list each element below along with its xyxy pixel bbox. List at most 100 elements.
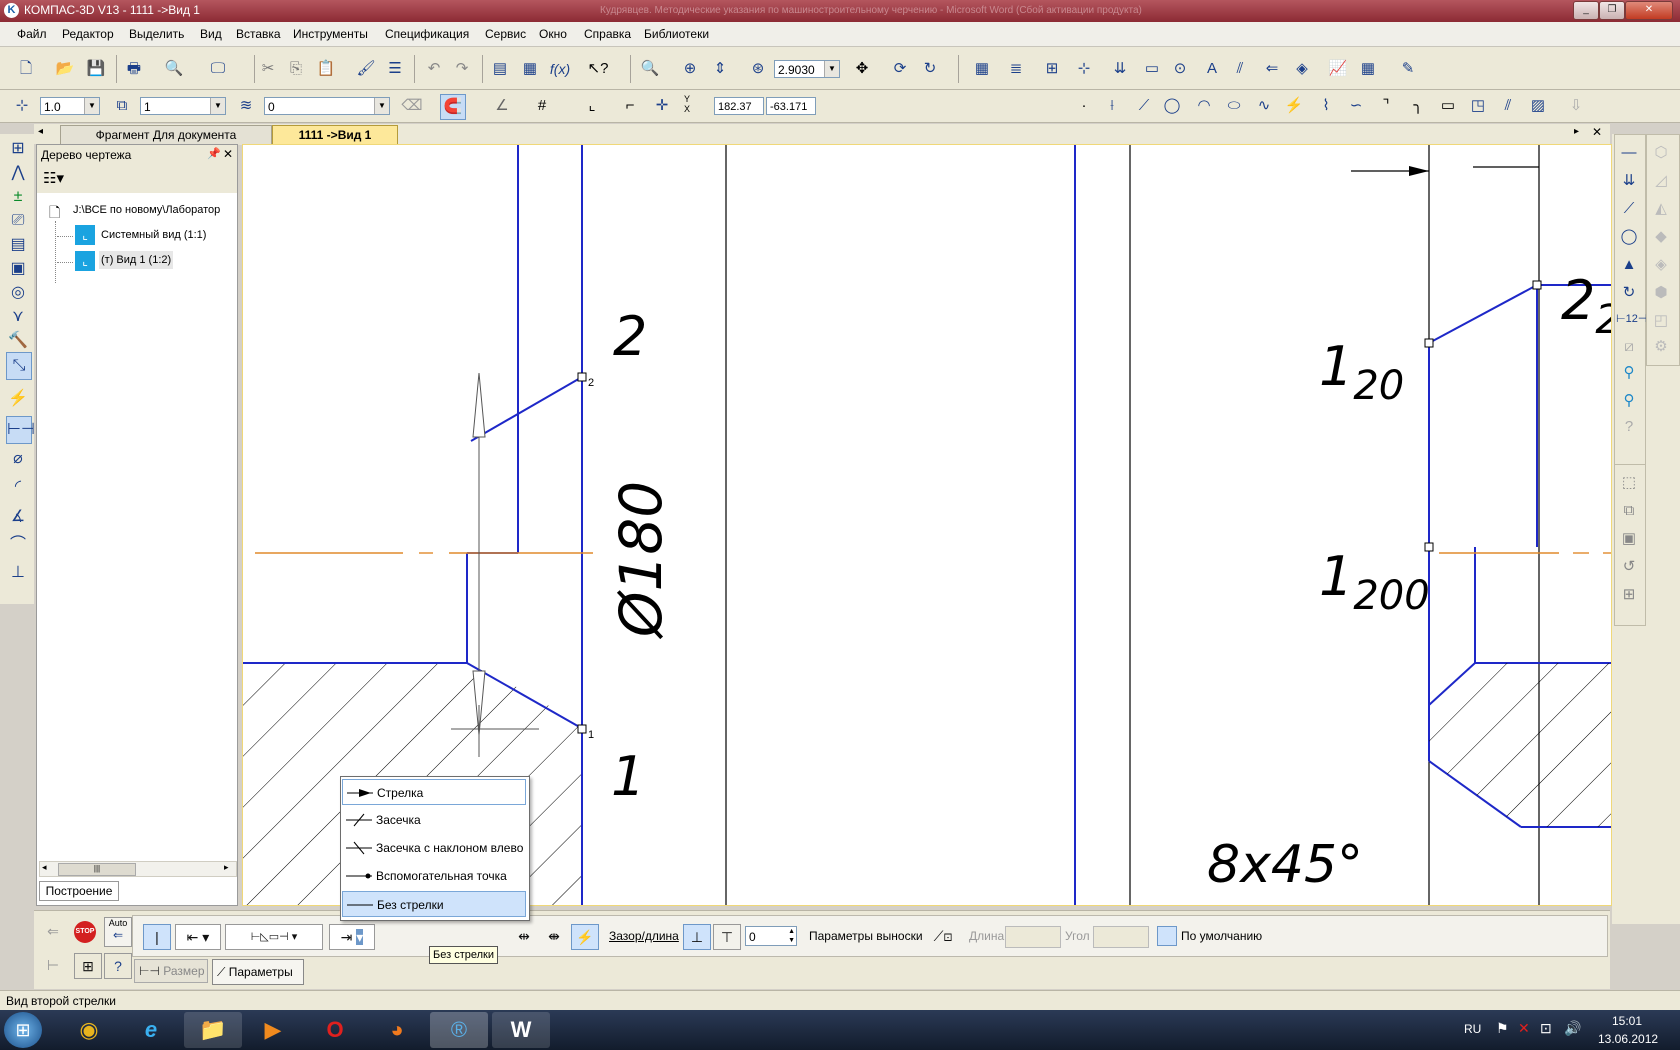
scroll-left-icon[interactable]: ◂ — [42, 862, 47, 873]
help-icon[interactable]: ? — [1616, 414, 1642, 440]
pin-icon[interactable]: 📌 — [207, 147, 221, 160]
tangent-circle-icon[interactable]: ◯ — [1616, 224, 1642, 250]
variables-icon[interactable]: ▦ — [518, 57, 542, 81]
leader-params-icon[interactable]: ⟋⊡ — [923, 924, 963, 948]
zoom-frame-icon[interactable]: 🔍 — [638, 57, 662, 81]
coordinate-axes-icon[interactable]: ⌞ — [580, 94, 604, 118]
coord-y-field[interactable]: -63.171 — [766, 97, 816, 115]
opera-icon[interactable]: O — [306, 1012, 364, 1048]
close-window-button[interactable]: ✕ — [1625, 1, 1673, 20]
spec-tool-icon[interactable]: ⋎ — [6, 304, 30, 330]
fillet-icon[interactable]: ╮ — [1406, 94, 1430, 118]
chevron-down-icon[interactable]: ▼ — [84, 98, 99, 114]
clock-time[interactable]: 15:01 — [1612, 1014, 1642, 1028]
print-icon[interactable]: 🖶 — [122, 57, 146, 81]
first-arrow-combo[interactable]: ⇤ ▾ — [175, 924, 221, 950]
close-panel-icon[interactable]: ✕ — [223, 147, 233, 161]
ortho-icon[interactable]: ∠ — [490, 94, 514, 118]
symbol-tool-icon[interactable]: ± — [6, 184, 30, 210]
geometry-tool-icon[interactable]: ⊞ — [6, 136, 30, 162]
snap-frame-icon[interactable]: ⊞ — [74, 953, 102, 979]
rotate-part-icon[interactable]: ↺ — [1616, 554, 1642, 580]
tab-view1[interactable]: 1111 ->Вид 1 — [272, 125, 398, 145]
magic-icon[interactable]: ✎ — [1396, 57, 1420, 81]
tree-root-item[interactable]: 🗋 J:\ВСЕ по новому\Лаборатор — [49, 199, 235, 223]
chart-icon[interactable]: 📈 — [1326, 57, 1350, 81]
eraser-icon[interactable]: ⌫ — [400, 94, 424, 118]
dim-in-icon[interactable]: ⇼ — [541, 924, 567, 948]
restore-button[interactable]: ❐ — [1599, 1, 1625, 20]
select-tool-icon[interactable]: ◎ — [6, 280, 30, 306]
measure-tool-icon[interactable]: ▣ — [6, 256, 30, 282]
bezier-icon[interactable]: ∽ — [1344, 94, 1368, 118]
text-position-combo[interactable]: ⊢◺▭⊣ ▾ — [225, 924, 323, 950]
disabled-3d-icon[interactable]: ◈ — [1648, 252, 1674, 278]
chevron-down-icon[interactable]: ▼ — [824, 61, 839, 77]
zoom-fit-icon[interactable]: ⇕ — [708, 57, 732, 81]
flag-icon[interactable]: ⚑ — [1496, 1020, 1509, 1037]
firefox-icon[interactable]: ◕ — [368, 1012, 426, 1048]
new-document-icon[interactable]: 🗋 — [14, 57, 38, 81]
media-player-icon[interactable]: ▶ — [244, 1012, 302, 1048]
menu-insert[interactable]: Вставка — [236, 27, 281, 41]
layers-icon[interactable]: ≣ — [1004, 57, 1028, 81]
angle-dim-icon[interactable]: ∡ — [6, 504, 30, 530]
disabled-3d-icon[interactable]: ⚙ — [1648, 334, 1674, 360]
equidistant-icon[interactable]: ◳ — [1466, 94, 1490, 118]
ellipse-icon[interactable]: ⬭ — [1222, 94, 1246, 118]
volume-icon[interactable]: 🔊 — [1564, 1020, 1581, 1037]
triangle-icon[interactable]: ▲ — [1616, 252, 1642, 278]
kompas-task-icon[interactable]: ® — [430, 1012, 488, 1048]
auto-button[interactable]: Auto ⇐ — [104, 917, 132, 947]
help-button[interactable]: ? — [104, 953, 132, 979]
layer-icon[interactable]: ≋ — [234, 94, 258, 118]
tab-scroll-left-icon[interactable]: ◂ — [38, 126, 43, 137]
menu-window[interactable]: Окно — [539, 27, 567, 41]
dropdown-item-no-arrow[interactable]: Без стрелки — [342, 891, 526, 917]
save-icon[interactable]: 💾 — [84, 57, 108, 81]
auto-dim-icon[interactable]: ⚡ — [6, 386, 30, 412]
view-style-icon[interactable]: ⧉ — [110, 94, 134, 118]
disabled-3d-icon[interactable]: ⬡ — [1648, 140, 1674, 166]
tab-construction[interactable]: Построение — [39, 881, 119, 901]
incline-icon[interactable]: ⟋ — [1616, 196, 1642, 222]
param-tool-icon[interactable]: ▤ — [6, 232, 30, 258]
leader-icon[interactable]: ⊢ — [40, 953, 66, 977]
cube-stack-icon[interactable]: ⧉ — [1616, 498, 1642, 524]
tab-scroll-right-icon[interactable]: ▸ — [1574, 126, 1579, 137]
grid-table-icon[interactable]: ▦ — [970, 57, 994, 81]
language-indicator[interactable]: RU — [1464, 1022, 1481, 1036]
dropdown-item-tick[interactable]: Засечка — [342, 807, 526, 833]
chrome-icon[interactable]: ◉ — [60, 1012, 118, 1048]
grid-icon[interactable]: ▦ — [1356, 57, 1380, 81]
help-pointer-icon[interactable]: ↖? — [586, 57, 610, 81]
scroll-right-icon[interactable]: ▸ — [224, 862, 229, 873]
function-icon[interactable]: f(x) — [548, 57, 572, 81]
paste-icon[interactable]: 📋 — [314, 57, 338, 81]
text-style-icon[interactable]: A — [1200, 57, 1224, 81]
chevron-down-icon[interactable]: ▼ — [374, 98, 389, 114]
dropdown-item-aux-point[interactable]: Вспомогательная точка — [342, 863, 526, 889]
arrow-left-icon[interactable]: ⇐ — [1260, 57, 1284, 81]
tree-item-view1[interactable]: ⌞ (т) Вид 1 (1:2) — [57, 251, 227, 275]
dropdown-item-tick-left[interactable]: Засечка с наклоном влево — [342, 835, 526, 861]
word-icon[interactable]: W — [492, 1012, 550, 1048]
funnel-two-icon[interactable]: ⚲ — [1616, 388, 1642, 414]
ruler-icon[interactable]: ⊢12⊣ — [1616, 306, 1647, 332]
second-arrow-combo[interactable]: ⇥ ▾ — [329, 924, 375, 950]
close-tab-icon[interactable]: ✕ — [1592, 125, 1602, 139]
undo-icon[interactable]: ↶ — [422, 57, 446, 81]
minimize-button[interactable]: _ — [1573, 1, 1599, 20]
hline-icon[interactable]: ― — [1616, 140, 1642, 166]
gap-value-field[interactable]: 0 ▲ ▼ — [745, 926, 797, 946]
cut-icon[interactable]: ✂ — [256, 57, 280, 81]
network-error-icon[interactable]: ✕ — [1518, 1020, 1530, 1037]
circle-icon[interactable]: ◯ — [1160, 94, 1184, 118]
menu-libraries[interactable]: Библиотеки — [644, 27, 709, 41]
back-arrow-icon[interactable]: ⇐ — [40, 919, 66, 943]
menu-tools[interactable]: Инструменты — [293, 27, 368, 41]
menu-view[interactable]: Вид — [200, 27, 222, 41]
corner-icon[interactable]: ⌐ — [618, 94, 642, 118]
grid-toggle-icon[interactable]: # — [530, 94, 554, 118]
print-preview-icon[interactable]: 🔍 — [162, 57, 186, 81]
